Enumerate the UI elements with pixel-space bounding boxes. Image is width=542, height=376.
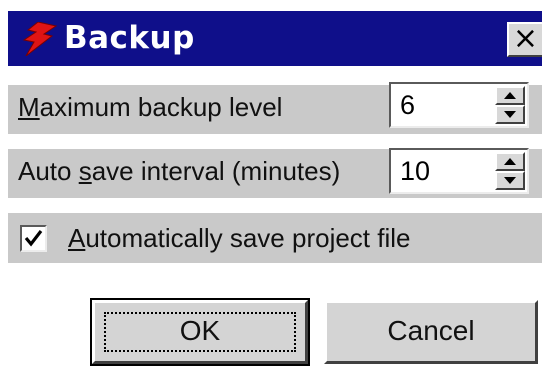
spin-buttons [495, 86, 525, 124]
max-backup-level-label: Maximum backup level [18, 92, 283, 122]
max-backup-level-value[interactable]: 6 [400, 89, 415, 121]
arrow-up-icon [504, 92, 516, 99]
auto-save-interval-value[interactable]: 10 [400, 155, 430, 187]
focus-indicator [104, 312, 296, 352]
arrow-down-icon [504, 177, 516, 184]
arrow-down-icon [504, 111, 516, 118]
checkmark-icon [24, 230, 43, 247]
close-button[interactable]: × [507, 22, 542, 57]
spin-down-button[interactable] [495, 171, 525, 190]
ok-button[interactable]: OK [90, 298, 310, 366]
spin-buttons [495, 152, 525, 190]
spin-down-button[interactable] [495, 105, 525, 124]
auto-save-interval-spinner[interactable]: 10 [389, 148, 529, 194]
title-bar[interactable]: Backup × [8, 11, 542, 66]
cancel-button-label: Cancel [387, 315, 475, 346]
max-backup-level-spinner[interactable]: 6 [389, 82, 529, 128]
autosave-project-label[interactable]: Automatically save project file [68, 222, 410, 254]
arrow-up-icon [504, 158, 516, 165]
auto-save-interval-label: Auto save interval (minutes) [18, 156, 341, 186]
close-icon: × [512, 21, 539, 56]
dialog-title: Backup [64, 20, 195, 56]
autosave-project-checkbox[interactable] [20, 225, 47, 252]
spin-up-button[interactable] [495, 152, 525, 171]
cancel-button[interactable]: Cancel [324, 300, 538, 364]
spin-up-button[interactable] [495, 86, 525, 105]
backup-dialog: Backup × Maximum backup level 6 Auto sav… [0, 0, 542, 376]
red-lightning-app-icon [16, 21, 58, 57]
